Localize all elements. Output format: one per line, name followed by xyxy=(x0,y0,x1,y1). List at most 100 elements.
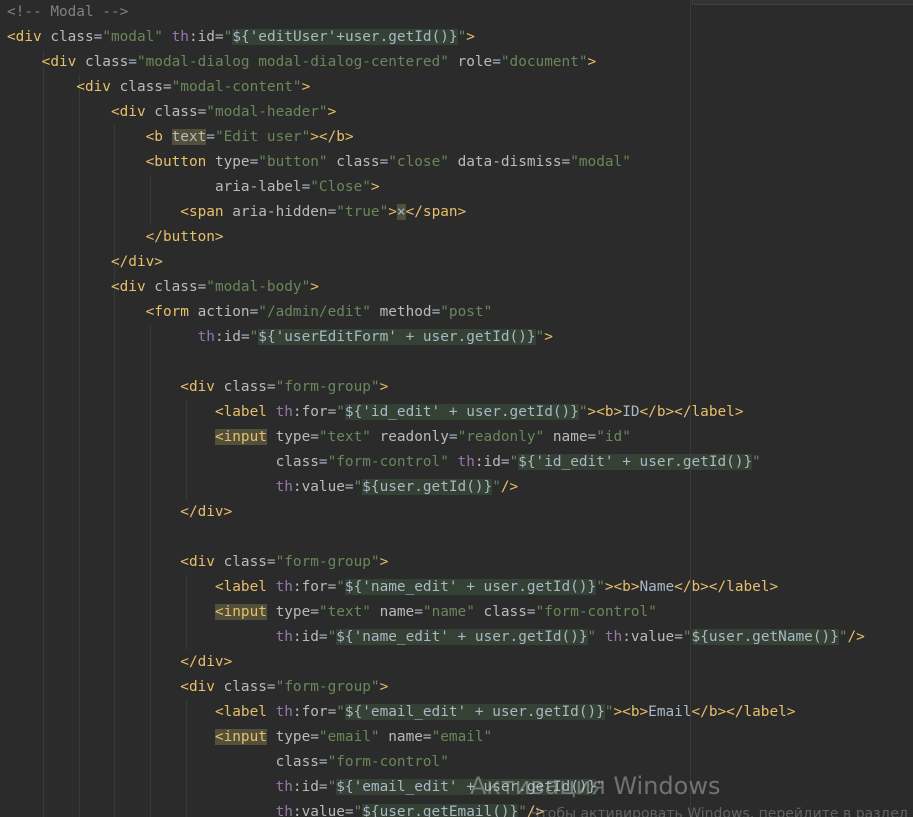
code-line[interactable]: <div class="modal-header"> xyxy=(7,100,336,125)
code-line[interactable]: th:id="${'userEditForm' + user.getId()}"… xyxy=(7,325,553,350)
code-line[interactable]: <div class="modal-body"> xyxy=(7,275,319,300)
code-token: th xyxy=(266,404,293,420)
code-line[interactable]: </button> xyxy=(7,225,224,250)
code-token: "readonly" xyxy=(457,429,545,445)
code-line[interactable]: <form action="/admin/edit" method="post" xyxy=(7,300,493,325)
code-line[interactable]: <button type="button" class="close" data… xyxy=(7,150,631,175)
code-line[interactable]: </div> xyxy=(7,650,232,675)
code-token: name xyxy=(544,429,588,445)
code-line[interactable]: <span aria-hidden="true">×</span> xyxy=(7,200,466,225)
code-line[interactable]: <div class="form-group"> xyxy=(7,675,388,700)
code-line[interactable]: th:value="${user.getId()}"/> xyxy=(7,475,518,500)
code-token: = xyxy=(249,304,259,320)
code-token: th xyxy=(596,629,623,645)
code-token: = xyxy=(266,554,276,570)
code-token: "document" xyxy=(500,54,588,70)
code-token: = xyxy=(327,404,337,420)
code-line[interactable]: aria-label="Close"> xyxy=(7,175,380,200)
code-line[interactable]: <input type="text" name="name" class="fo… xyxy=(7,600,657,625)
code-token: class xyxy=(214,379,267,395)
code-token: :id xyxy=(474,454,501,470)
code-token: text xyxy=(171,129,207,145)
code-line[interactable]: </div> xyxy=(7,500,232,525)
code-token: = xyxy=(344,479,354,495)
code-line[interactable]: class="form-control" th:id="${'id_edit' … xyxy=(7,450,761,475)
code-token: "button" xyxy=(258,154,328,170)
code-token: name xyxy=(379,729,423,745)
code-line[interactable]: <input type="email" name="email" xyxy=(7,725,492,750)
code-token: " xyxy=(535,329,545,345)
code-token: ><b> xyxy=(613,704,649,720)
code-token: aria-hidden xyxy=(223,204,328,220)
code-token: "modal-header" xyxy=(206,104,328,120)
code-token: " xyxy=(327,779,337,795)
code-line[interactable]: <!-- Modal --> xyxy=(7,0,128,25)
code-token: " xyxy=(336,404,345,420)
code-token: " xyxy=(223,29,233,45)
code-token: type xyxy=(266,429,311,445)
code-editor[interactable]: <!-- Modal --> <div class="modal" th:id="… xyxy=(0,0,913,817)
code-token: "id" xyxy=(596,429,631,445)
code-token: name xyxy=(370,604,415,620)
code-token: "form-group" xyxy=(275,679,380,695)
code-line[interactable]: <div class="modal-content"> xyxy=(7,75,310,100)
code-token: <label xyxy=(214,704,267,720)
code-line[interactable]: <input type="text" readonly="readonly" n… xyxy=(7,425,631,450)
code-token: :id xyxy=(292,629,319,645)
code-token: "text" xyxy=(318,604,371,620)
code-token: × xyxy=(396,204,406,220)
code-line[interactable]: <label th:for="${'name_edit' + user.getI… xyxy=(7,575,778,600)
code-line[interactable]: <label th:for="${'email_edit' + user.get… xyxy=(7,700,795,725)
code-token: = xyxy=(206,129,215,145)
code-token: > xyxy=(370,179,380,195)
code-line[interactable]: th:id="${'name_edit' + user.getId()}" th… xyxy=(7,625,865,650)
code-line[interactable]: <div class="modal-dialog modal-dialog-ce… xyxy=(7,50,597,75)
code-token: = xyxy=(266,379,276,395)
code-token: <input xyxy=(214,429,267,445)
code-line[interactable]: class="form-control" xyxy=(7,750,449,775)
code-line[interactable]: <div class="form-group"> xyxy=(7,375,388,400)
code-line[interactable]: th:value="${user.getEmail()}"/> xyxy=(7,800,544,817)
code-token: class xyxy=(41,29,94,45)
code-token: class xyxy=(474,604,527,620)
code-token: /> xyxy=(847,629,865,645)
code-token: class xyxy=(76,54,129,70)
code-token: action xyxy=(188,304,250,320)
code-line[interactable]: </div> xyxy=(7,250,163,275)
code-token: class xyxy=(275,454,319,470)
code-token: ${'editUser'+user.getId()} xyxy=(232,29,458,45)
code-token: > xyxy=(379,379,389,395)
code-token: th xyxy=(266,579,293,595)
windows-activation-subtitle: Чтобы активировать Windows, перейдите в … xyxy=(530,806,908,817)
code-line[interactable]: <label th:for="${'id_edit' + user.getId(… xyxy=(7,400,743,425)
code-token: = xyxy=(310,429,319,445)
code-token: <label xyxy=(214,579,267,595)
code-token: "modal-body" xyxy=(206,279,311,295)
code-token: = xyxy=(318,779,328,795)
code-token: <div xyxy=(180,554,215,570)
code-line[interactable]: <div class="modal" th:id="${'editUser'+u… xyxy=(7,25,475,50)
code-token: <div xyxy=(76,79,111,95)
code-token: " xyxy=(492,479,501,495)
code-token: = xyxy=(162,79,172,95)
code-token: "email" xyxy=(318,729,380,745)
code-token: ${'userEditForm' + user.getId()} xyxy=(258,329,536,345)
code-line[interactable]: <div class="form-group"> xyxy=(7,550,388,575)
code-token: ></b> xyxy=(310,129,354,145)
code-token: <div xyxy=(180,679,215,695)
code-token: :for xyxy=(292,704,328,720)
code-token: class xyxy=(145,279,198,295)
code-line[interactable]: <b text="Edit user"></b> xyxy=(7,125,354,150)
